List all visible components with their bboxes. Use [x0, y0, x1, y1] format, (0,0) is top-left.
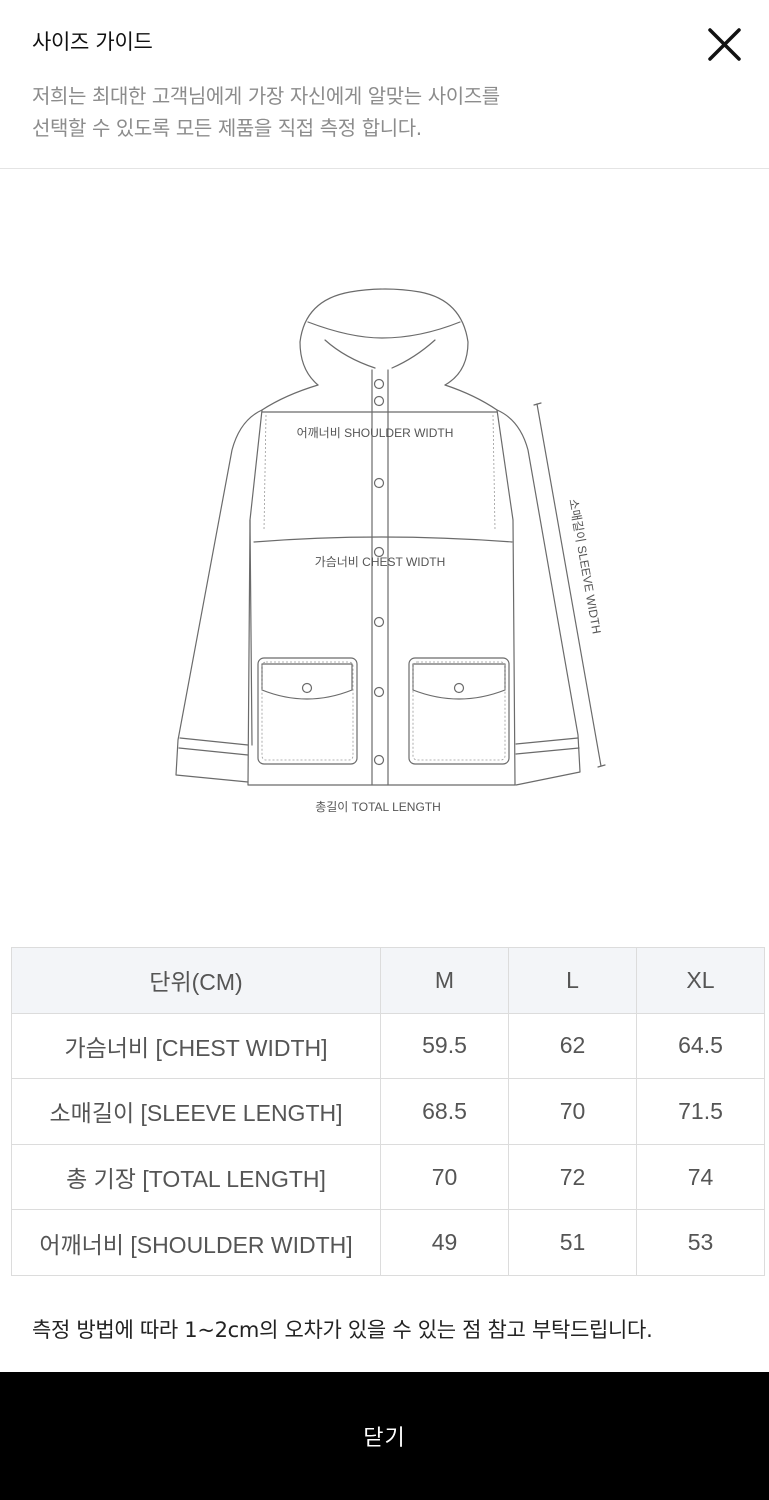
table-cell: 51: [508, 1209, 637, 1276]
size-table: 단위(CM) M L XL 가슴너비 [CHEST WIDTH] 59.5 62…: [11, 947, 765, 1276]
table-cell: 가슴너비 [CHEST WIDTH]: [11, 1012, 381, 1080]
sleeve-width-label: 소매길이 SLEEVE WIDTH: [566, 498, 604, 635]
table-header-cell: XL: [636, 947, 765, 1014]
close-bar-label: 닫기: [363, 1426, 406, 1451]
close-icon[interactable]: [703, 24, 745, 66]
page-title: 사이즈 가이드: [32, 30, 153, 54]
jacket-measurement-illustration: 어깨너비 SHOULDER WIDTH 가슴너비 CHEST WIDTH 소매길…: [175, 288, 606, 814]
table-header-cell: 단위(CM): [11, 947, 381, 1014]
table-cell: 74: [636, 1143, 765, 1211]
table-row: 어깨너비 [SHOULDER WIDTH] 49 51 53: [11, 1209, 765, 1276]
description-line-2: 선택할 수 있도록 모든 제품을 직접 측정 합니다.: [32, 116, 422, 140]
table-cell: 70: [380, 1143, 509, 1211]
table-header-cell: M: [380, 947, 509, 1014]
total-length-label: 총길이 TOTAL LENGTH: [315, 800, 441, 814]
table-cell: 총 기장 [TOTAL LENGTH]: [11, 1143, 381, 1211]
description: 저희는 최대한 고객님에게 가장 자신에게 알맞는 사이즈를 선택할 수 있도록…: [32, 80, 652, 144]
table-cell: 소매길이 [SLEEVE LENGTH]: [11, 1078, 381, 1145]
table-cell: 71.5: [636, 1078, 765, 1145]
table-cell: 49: [380, 1209, 509, 1276]
table-cell: 62: [508, 1012, 637, 1080]
scrolled-text-fragment: [32, 1362, 752, 1372]
table-row: 소매길이 [SLEEVE LENGTH] 68.5 70 71.5: [11, 1078, 765, 1145]
close-bar-button[interactable]: 닫기: [0, 1372, 769, 1500]
chest-width-label: 가슴너비 CHEST WIDTH: [315, 555, 446, 569]
size-guide-modal: 사이즈 가이드 저희는 최대한 고객님에게 가장 자신에게 알맞는 사이즈를 선…: [0, 0, 769, 1500]
table-header-row: 단위(CM) M L XL: [11, 947, 765, 1014]
table-row: 총 기장 [TOTAL LENGTH] 70 72 74: [11, 1143, 765, 1211]
close-button[interactable]: [703, 24, 745, 66]
shoulder-width-label: 어깨너비 SHOULDER WIDTH: [297, 426, 454, 440]
table-cell: 68.5: [380, 1078, 509, 1145]
measurement-note: 측정 방법에 따라 1~2cm의 오차가 있을 수 있는 점 참고 부탁드립니다…: [32, 1318, 653, 1342]
table-cell: 어깨너비 [SHOULDER WIDTH]: [11, 1209, 381, 1276]
table-cell: 59.5: [380, 1012, 509, 1080]
table-cell: 53: [636, 1209, 765, 1276]
modal-header: 사이즈 가이드 저희는 최대한 고객님에게 가장 자신에게 알맞는 사이즈를 선…: [0, 0, 769, 169]
table-cell: 72: [508, 1143, 637, 1211]
table-row: 가슴너비 [CHEST WIDTH] 59.5 62 64.5: [11, 1012, 765, 1080]
description-line-1: 저희는 최대한 고객님에게 가장 자신에게 알맞는 사이즈를: [32, 84, 500, 108]
table-cell: 64.5: [636, 1012, 765, 1080]
table-cell: 70: [508, 1078, 637, 1145]
table-header-cell: L: [508, 947, 637, 1014]
